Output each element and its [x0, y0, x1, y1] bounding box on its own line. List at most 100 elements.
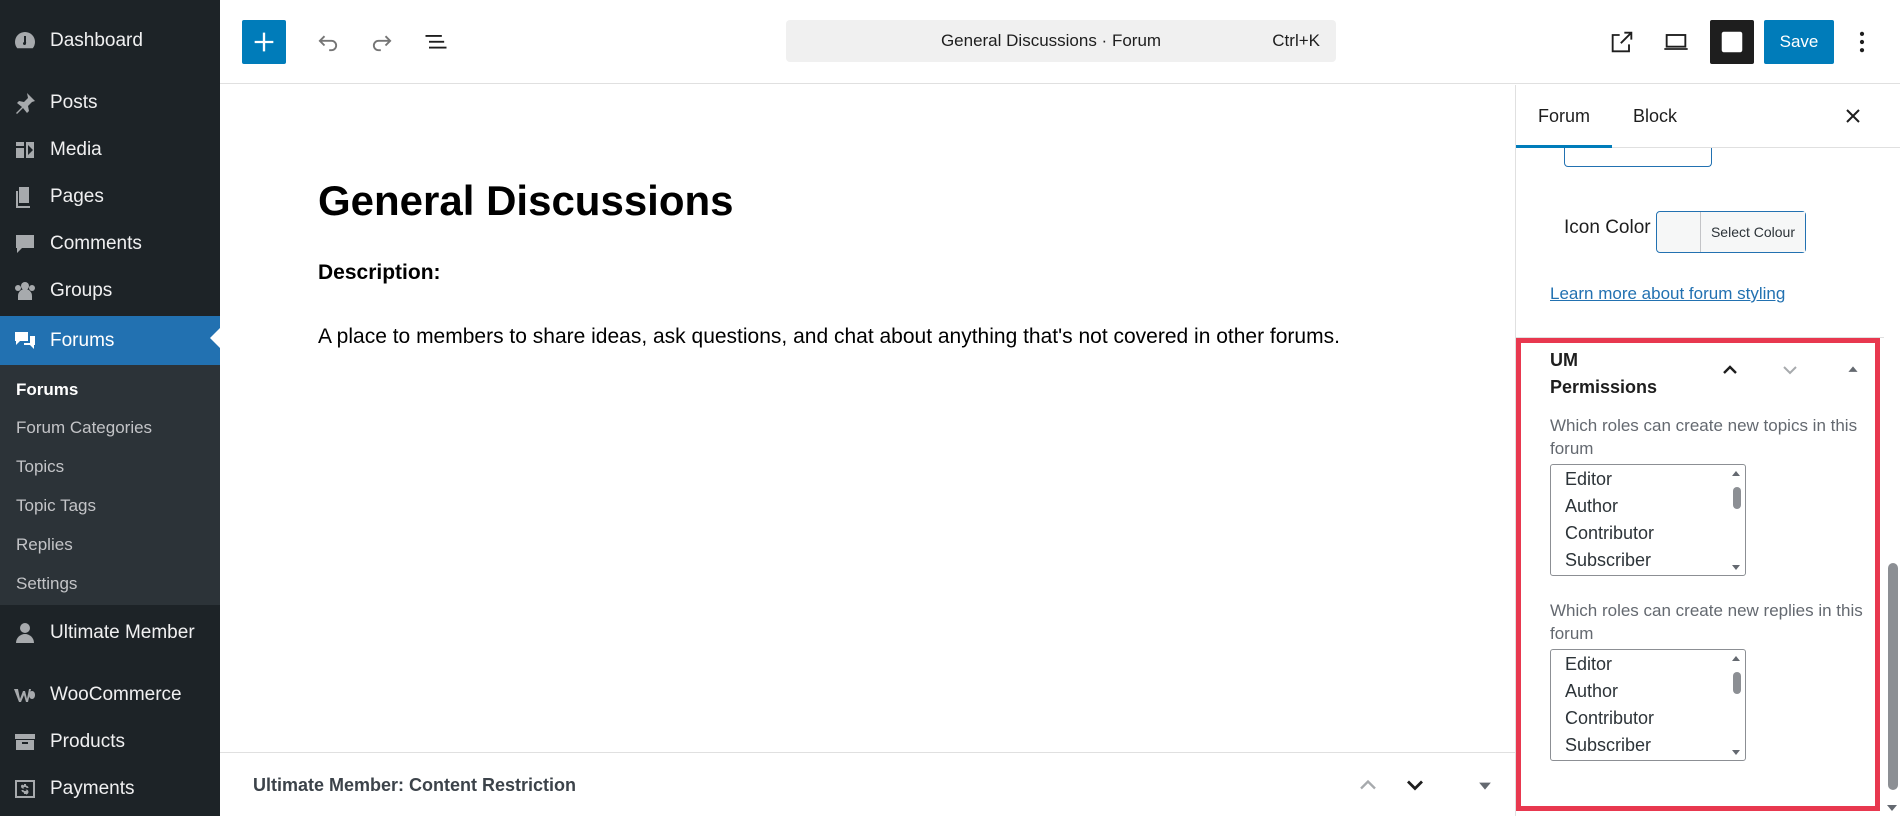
role-option[interactable]: Subscriber — [1565, 550, 1651, 571]
role-option[interactable]: Editor — [1565, 469, 1612, 490]
sidebar-icon — [1721, 31, 1743, 53]
settings-toggle-button[interactable] — [1710, 20, 1754, 64]
menu-item-dashboard[interactable]: Dashboard — [0, 19, 220, 63]
scroll-down-icon — [1732, 750, 1740, 755]
panel-title[interactable]: UM Permissions — [1550, 347, 1670, 401]
document-overview-button[interactable] — [414, 20, 458, 64]
add-block-button[interactable] — [242, 20, 286, 64]
command-palette-bar[interactable]: General Discussions · Forum Ctrl+K — [786, 20, 1336, 62]
close-settings-button[interactable] — [1838, 101, 1868, 131]
move-up-button[interactable] — [1353, 770, 1383, 800]
menu-item-products[interactable]: Products — [0, 720, 220, 764]
submenu-forums[interactable]: Forums — [16, 380, 78, 400]
submenu-settings[interactable]: Settings — [16, 574, 77, 594]
menu-item-comments[interactable]: Comments — [0, 222, 220, 266]
panel-move-up-button[interactable] — [1716, 356, 1744, 384]
menu-label: Posts — [50, 92, 98, 113]
description-paragraph[interactable]: A place to members to share ideas, ask q… — [318, 325, 1340, 349]
keyboard-shortcut: Ctrl+K — [1272, 31, 1320, 50]
settings-sidebar: Forum Block Icon Color Select Colour Lea… — [1515, 85, 1900, 816]
woocommerce-icon — [12, 682, 38, 708]
sidebar-scrollbar[interactable] — [1884, 85, 1900, 816]
metabox-title[interactable]: Ultimate Member: Content Restriction — [253, 775, 576, 796]
select-scrollbar[interactable] — [1727, 465, 1745, 575]
caret-down-icon — [1479, 782, 1491, 790]
panel-toggle-button[interactable] — [1839, 356, 1867, 384]
menu-item-media[interactable]: Media — [0, 128, 220, 172]
redo-icon — [372, 35, 392, 52]
comment-icon — [12, 231, 38, 257]
submenu-replies[interactable]: Replies — [16, 535, 73, 555]
tab-forum[interactable]: Forum — [1538, 106, 1590, 127]
menu-label: Payments — [50, 778, 135, 799]
preview-button[interactable] — [1654, 20, 1698, 64]
editor-canvas[interactable]: General Discussions Description: A place… — [220, 85, 1515, 753]
chevron-down-icon — [1407, 780, 1423, 791]
chevron-down-icon — [1783, 366, 1797, 375]
menu-item-woocommerce[interactable]: WooCommerce — [0, 673, 220, 717]
active-indicator — [210, 328, 220, 348]
dashboard-icon — [12, 28, 38, 54]
role-option[interactable]: Contributor — [1565, 708, 1654, 729]
select-scroll-thumb[interactable] — [1733, 487, 1741, 509]
menu-label: Ultimate Member — [50, 622, 195, 643]
menu-item-ultimate-member[interactable]: Ultimate Member — [0, 611, 220, 655]
menu-label: Forums — [50, 329, 115, 351]
scroll-down-icon — [1887, 805, 1897, 811]
submenu-topic-tags[interactable]: Topic Tags — [16, 496, 96, 516]
move-down-button[interactable] — [1400, 770, 1430, 800]
undo-button[interactable] — [306, 20, 350, 64]
tab-block[interactable]: Block — [1633, 106, 1677, 127]
scroll-down-icon — [1732, 565, 1740, 570]
icon-color-picker[interactable]: Select Colour — [1656, 211, 1806, 253]
icon-color-label: Icon Color — [1564, 217, 1651, 238]
settings-tabs: Forum Block — [1516, 85, 1900, 148]
replies-roles-select[interactable]: Editor Author Contributor Subscriber — [1550, 649, 1746, 761]
role-option[interactable]: Contributor — [1565, 523, 1654, 544]
menu-item-pages[interactable]: Pages — [0, 175, 220, 219]
menu-label: WooCommerce — [50, 684, 182, 705]
more-vertical-icon — [1859, 31, 1865, 53]
description-label[interactable]: Description: — [318, 261, 441, 285]
plus-icon — [254, 32, 274, 52]
topics-roles-select[interactable]: Editor Author Contributor Subscriber — [1550, 464, 1746, 576]
role-option[interactable]: Author — [1565, 681, 1618, 702]
app-root: Dashboard Posts Media Pages Comments Gro… — [0, 0, 1900, 816]
panel-move-down-button[interactable] — [1776, 356, 1804, 384]
archive-icon — [12, 729, 38, 755]
forum-styling-link[interactable]: Learn more about forum styling — [1550, 284, 1785, 304]
select-scrollbar[interactable] — [1727, 650, 1745, 760]
options-button[interactable] — [1844, 20, 1880, 64]
view-post-button[interactable] — [1600, 20, 1644, 64]
pin-icon — [12, 90, 38, 116]
menu-label: Dashboard — [50, 30, 143, 51]
menu-item-groups[interactable]: Groups — [0, 269, 220, 313]
scroll-up-icon — [1732, 656, 1740, 661]
menu-label: Groups — [50, 280, 113, 301]
toggle-panel-button[interactable] — [1470, 770, 1500, 800]
post-title[interactable]: General Discussions — [318, 177, 734, 225]
scroll-up-icon — [1732, 471, 1740, 476]
menu-label: Comments — [50, 233, 142, 254]
redo-button[interactable] — [360, 20, 404, 64]
submenu-forum-categories[interactable]: Forum Categories — [16, 418, 152, 438]
previous-color-picker[interactable] — [1564, 145, 1712, 167]
groups-icon — [12, 278, 38, 304]
caret-up-icon — [1848, 366, 1858, 372]
select-scroll-thumb[interactable] — [1733, 672, 1741, 694]
submenu-topics[interactable]: Topics — [16, 457, 64, 477]
topics-help-text: Which roles can create new topics in thi… — [1550, 416, 1858, 458]
menu-item-forums[interactable]: Forums — [0, 316, 220, 365]
role-option[interactable]: Subscriber — [1565, 735, 1651, 756]
role-option[interactable]: Editor — [1565, 654, 1612, 675]
select-colour-label: Select Colour — [1701, 212, 1805, 252]
undo-icon — [318, 35, 338, 52]
active-tab-indicator — [1516, 145, 1612, 148]
menu-item-payments[interactable]: Payments — [0, 767, 220, 811]
save-button[interactable]: Save — [1764, 20, 1834, 64]
role-option[interactable]: Author — [1565, 496, 1618, 517]
menu-item-posts[interactable]: Posts — [0, 81, 220, 125]
list-view-icon — [425, 35, 447, 49]
menu-label: Products — [50, 731, 125, 752]
sidebar-scroll-thumb[interactable] — [1888, 563, 1898, 790]
